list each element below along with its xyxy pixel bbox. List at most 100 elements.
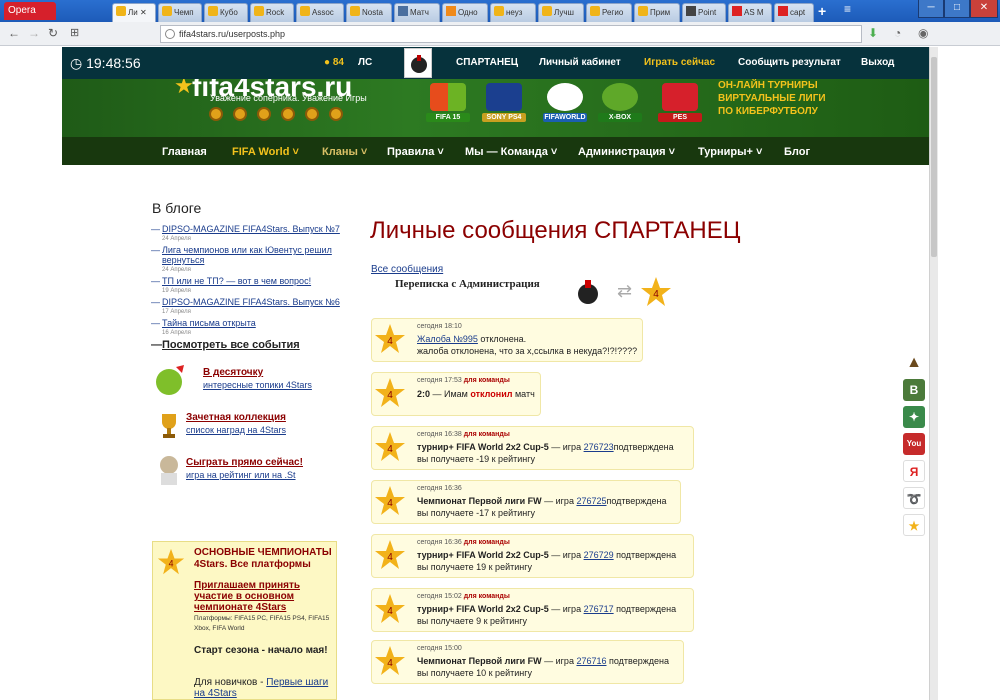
4stars-star-icon[interactable]: 4 — [640, 276, 672, 308]
blog-post-link[interactable]: Лига чемпионов или как Ювентус решил вер… — [162, 245, 332, 265]
nav-rules[interactable]: Правила ˅ — [387, 146, 444, 158]
army-hat-icon[interactable]: ▲ — [903, 352, 925, 374]
download-icon[interactable]: ⬇ — [868, 26, 878, 40]
url-field[interactable]: fifa4stars.ru/userposts.php — [160, 25, 862, 43]
svg-text:4: 4 — [653, 289, 659, 300]
box-invite-link[interactable]: Приглашаем принять участие в основном че… — [194, 580, 336, 613]
playstation-icon — [486, 83, 522, 111]
tournament-text: турнир+ FIFA World 2x2 Cup-5 — [417, 550, 549, 560]
browser-tab[interactable]: Assoc — [296, 3, 344, 22]
report-result-link[interactable]: Сообщить результат — [738, 57, 841, 68]
message-time: сегодня 16:36 — [417, 485, 462, 492]
blog-post-link[interactable]: DIPSO-MAGAZINE FIFA4Stars. Выпуск №7 — [162, 224, 340, 234]
cabinet-link[interactable]: Личный кабинет — [539, 57, 621, 68]
speed-dial-icon[interactable]: ⊞ — [70, 26, 79, 39]
browser-tab[interactable]: Кубо — [204, 3, 248, 22]
browser-tab[interactable]: Одно — [442, 3, 488, 22]
browser-tab[interactable]: AS M — [728, 3, 772, 22]
twitter-icon[interactable]: ✦ — [903, 406, 925, 428]
complaint-link[interactable]: Жалоба №995 — [417, 334, 478, 344]
promo-title[interactable]: Зачетная коллекция — [186, 412, 286, 423]
nav-administration[interactable]: Администрация ˅ — [578, 146, 675, 158]
browser-tab[interactable]: Rock — [250, 3, 294, 22]
back-icon[interactable]: ← — [8, 26, 20, 40]
promo-play-now[interactable]: Сыграть прямо сейчас! игра на рейтинг или… — [152, 453, 352, 493]
browser-tab-active[interactable]: Ли ✕ — [112, 3, 156, 22]
see-all-events-link[interactable]: Посмотреть все события — [151, 339, 352, 351]
blog-post[interactable]: ТП или не ТП? — вот в чем вопрос! — [151, 276, 352, 286]
tournament-text: Чемпионат Первой лиги FW — [417, 496, 542, 506]
promo-subtitle[interactable]: интересные топики 4Stars — [203, 380, 312, 390]
browser-tab[interactable]: неуз — [490, 3, 536, 22]
nav-team[interactable]: Мы — Команда ˅ — [465, 146, 557, 158]
username-link[interactable]: СПАРТАНЕЦ — [456, 57, 518, 68]
platform-pes[interactable]: PES — [658, 83, 702, 127]
spartan-avatar-icon — [411, 55, 427, 73]
youtube-icon[interactable]: You — [903, 433, 925, 455]
nav-clans[interactable]: Кланы ˅ — [322, 146, 367, 158]
banner-promo: ОН-ЛАЙН ТУРНИРЫ ВИРТУАЛЬНЫЕ ЛИГИ ПО КИБЕ… — [718, 79, 826, 118]
platform-ps4[interactable]: SONY PS4 — [482, 83, 526, 127]
browser-tab[interactable]: Чемп — [158, 3, 202, 22]
platform-fifa15[interactable]: FIFA 15 — [426, 83, 470, 127]
browser-tab[interactable]: Point — [682, 3, 726, 22]
nav-fifa-world[interactable]: FIFA World ˅ — [232, 146, 299, 158]
private-messages-link[interactable]: ЛС — [358, 57, 372, 68]
nav-blog[interactable]: Блог — [784, 146, 810, 158]
browser-tab[interactable]: Лучш — [538, 3, 584, 22]
game-link[interactable]: 276729 — [584, 550, 614, 560]
new-tab-button[interactable]: + — [818, 3, 826, 19]
browser-tab[interactable]: Матч — [394, 3, 440, 22]
opera-label: Opera — [8, 5, 36, 16]
play-now-link[interactable]: Играть сейчас — [644, 57, 715, 68]
browser-tab[interactable]: Регио — [586, 3, 632, 22]
speed-icon[interactable]: ◔ — [894, 26, 901, 40]
platform-fifaworld[interactable]: FIFAWORLD — [543, 83, 587, 127]
blog-post[interactable]: DIPSO-MAGAZINE FIFA4Stars. Выпуск №7 — [151, 224, 352, 234]
vk-icon[interactable]: B — [903, 379, 925, 401]
coins-counter[interactable]: ● 84 — [324, 57, 344, 68]
yandex-icon[interactable]: Я — [903, 460, 925, 482]
promo-subtitle[interactable]: список наград на 4Stars — [186, 425, 286, 435]
blog-post-link[interactable]: Тайна письма открыта — [162, 318, 256, 328]
line-text: отклонена. — [477, 334, 527, 344]
close-window-button[interactable]: ✕ — [970, 0, 998, 18]
promo-collection[interactable]: Зачетная коллекция список наград на 4Star… — [152, 408, 352, 448]
browser-tab[interactable]: capt — [774, 3, 814, 22]
opera-menu-button[interactable]: Opera — [4, 2, 56, 20]
page-scrollbar[interactable] — [929, 47, 938, 700]
all-messages-link[interactable]: Все сообщения — [371, 264, 443, 275]
blog-post[interactable]: Лига чемпионов или как Ювентус решил вер… — [151, 245, 352, 265]
forward-icon[interactable]: → — [28, 26, 40, 40]
address-bar-row: ← → ↻ ⊞ fifa4stars.ru/userposts.php ⬇ ◔ … — [0, 22, 1000, 46]
blog-post-link[interactable]: DIPSO-MAGAZINE FIFA4Stars. Выпуск №6 — [162, 297, 340, 307]
promo-title[interactable]: В десяточку — [203, 367, 263, 378]
minimize-button[interactable]: ─ — [918, 0, 944, 18]
tab-menu-icon[interactable]: ≡ — [844, 2, 851, 16]
star-icon[interactable]: ★ — [903, 514, 925, 536]
blog-post-link[interactable]: ТП или не ТП? — вот в чем вопрос! — [162, 276, 311, 286]
blog-post[interactable]: DIPSO-MAGAZINE FIFA4Stars. Выпуск №6 — [151, 297, 352, 307]
nav-home[interactable]: Главная — [162, 146, 207, 158]
user-avatar[interactable] — [404, 48, 432, 78]
browser-tab[interactable]: Прим — [634, 3, 680, 22]
line-text: подтверждена — [613, 442, 674, 452]
game-link[interactable]: 276723 — [584, 442, 614, 452]
maximize-button[interactable]: □ — [944, 0, 970, 18]
game-link[interactable]: 276725 — [576, 496, 606, 506]
browser-tab[interactable]: Nosta — [346, 3, 392, 22]
promo-top10[interactable]: В десяточку интересные топики 4Stars — [152, 363, 352, 403]
game-link[interactable]: 276716 — [576, 656, 606, 666]
promo-title[interactable]: Сыграть прямо сейчас! — [186, 457, 303, 468]
promo-subtitle[interactable]: игра на рейтинг или на .St — [186, 470, 296, 480]
scrollbar-thumb[interactable] — [931, 57, 937, 257]
opera-menu-icon[interactable]: ◉ — [918, 26, 928, 40]
admin-avatar-icon[interactable] — [571, 276, 605, 310]
logout-link[interactable]: Выход — [861, 57, 894, 68]
blog-post[interactable]: Тайна письма открыта — [151, 318, 352, 328]
ribbon-icon[interactable]: ➰ — [903, 487, 925, 509]
game-link[interactable]: 276717 — [584, 604, 614, 614]
nav-tournaments[interactable]: Турниры+ ˅ — [698, 146, 762, 158]
platform-xbox[interactable]: X-BOX — [598, 83, 642, 127]
reload-icon[interactable]: ↻ — [48, 26, 58, 40]
